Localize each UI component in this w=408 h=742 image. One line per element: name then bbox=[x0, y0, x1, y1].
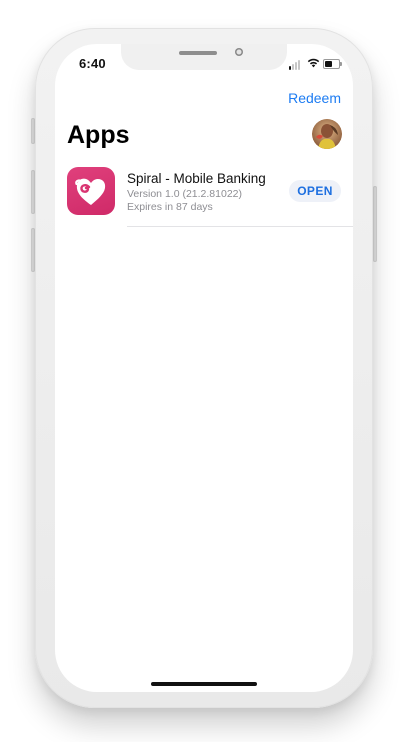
front-camera bbox=[235, 48, 243, 56]
phone-screen: 6:40 Redeem Apps Spiral - Mobile Banking… bbox=[55, 44, 353, 692]
app-version: Version 1.0 (21.2.81022) bbox=[127, 188, 242, 200]
app-logo-svg bbox=[75, 178, 106, 205]
notch bbox=[121, 44, 287, 70]
open-button[interactable]: OPEN bbox=[289, 180, 341, 202]
redeem-button[interactable]: Redeem bbox=[288, 90, 341, 106]
spiral-heart-icon bbox=[67, 167, 115, 215]
status-time: 6:40 bbox=[79, 56, 106, 71]
app-name: Spiral - Mobile Banking bbox=[127, 171, 266, 186]
signal-bar bbox=[298, 60, 300, 70]
earpiece-speaker bbox=[179, 51, 217, 55]
list-separator bbox=[127, 226, 353, 227]
signal-bar bbox=[292, 64, 294, 70]
avatar[interactable] bbox=[312, 119, 342, 149]
app-list-item[interactable]: Spiral - Mobile Banking Version 1.0 (21.… bbox=[55, 166, 353, 228]
home-indicator[interactable] bbox=[151, 682, 257, 686]
app-expiry: Expires in 87 days bbox=[127, 201, 213, 213]
wifi-icon bbox=[307, 58, 320, 68]
status-icons bbox=[289, 58, 343, 70]
battery-icon bbox=[323, 59, 340, 69]
user-avatar-icon bbox=[312, 119, 342, 149]
screenshot-canvas: 6:40 Redeem Apps Spiral - Mobile Banking… bbox=[0, 0, 408, 742]
signal-bar bbox=[289, 66, 291, 70]
signal-bar bbox=[295, 62, 297, 70]
page-title: Apps bbox=[67, 121, 130, 149]
battery-tip bbox=[340, 62, 342, 66]
battery-level bbox=[325, 61, 332, 67]
power-button bbox=[373, 186, 377, 262]
